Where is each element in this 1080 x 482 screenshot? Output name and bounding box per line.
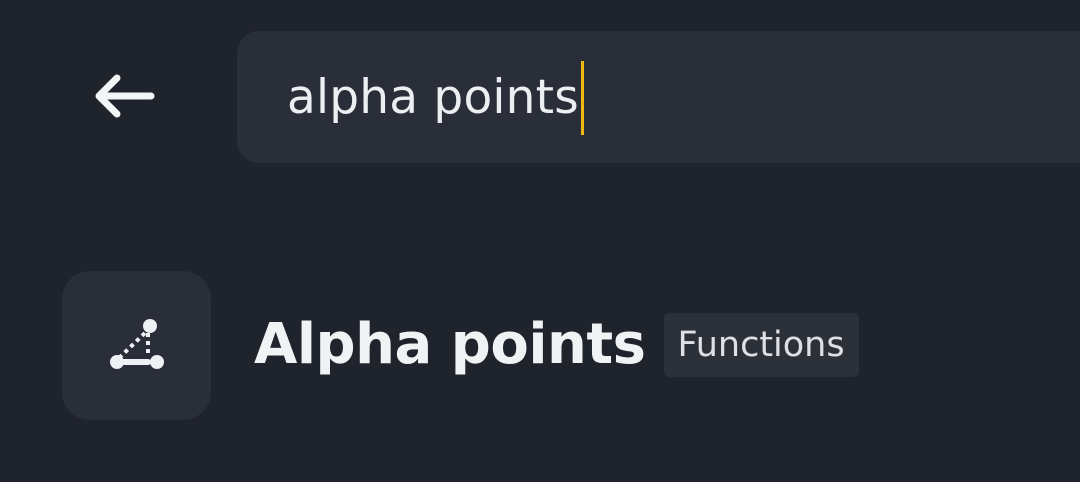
category-badge: Functions (663, 313, 859, 377)
text-caret (580, 61, 584, 135)
search-input-value: alpha points (287, 69, 579, 125)
arrow-left-icon (91, 72, 157, 124)
back-button[interactable] (72, 58, 176, 138)
alpha-points-icon (62, 270, 211, 420)
search-field[interactable]: alpha points (237, 31, 1080, 163)
search-input[interactable]: alpha points (287, 31, 584, 163)
result-title: Alpha points (254, 312, 646, 377)
search-result-item[interactable]: Alpha points Functions (62, 270, 859, 420)
